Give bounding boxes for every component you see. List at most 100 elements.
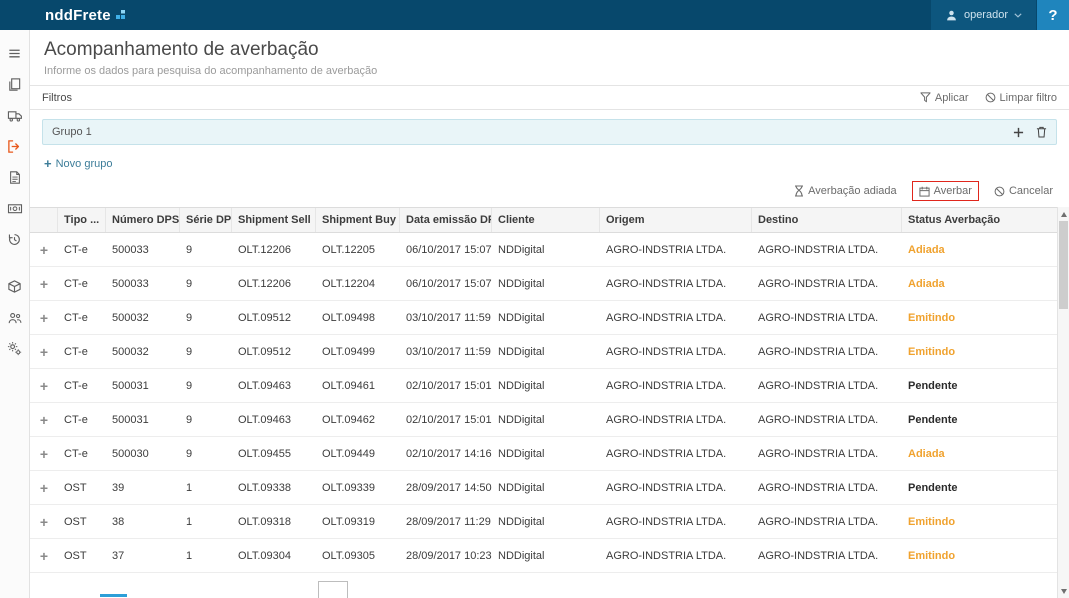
cell-status: Pendente [908,481,958,494]
cell-shipment_sell: OLT.09512 [238,345,292,358]
expand-row-icon[interactable]: + [30,514,58,530]
table-row[interactable]: + CT-e 500032 9 OLT.09512 OLT.09498 03/10/2017… [30,301,1057,335]
topbar-right: operador ? [930,0,1069,30]
column-header[interactable]: Origem [600,208,752,232]
cell-data_emissao: 28/09/2017 10:23 [406,549,492,562]
expand-row-icon[interactable]: + [30,378,58,394]
sidebar-item-settings-gears[interactable] [0,333,30,364]
sidebar-item-menu[interactable] [0,38,30,69]
expand-row-icon[interactable]: + [30,548,58,564]
averbacao-adiada-button[interactable]: Averbação adiada [794,185,897,197]
cell-status: Emitindo [908,549,956,562]
cell-numero_dps: 38 [112,515,125,528]
expand-row-icon[interactable]: + [30,310,58,326]
cell-shipment_buy: OLT.09339 [322,481,376,494]
column-header[interactable]: Shipment Sell [232,208,316,232]
table-row[interactable]: + OST 39 1 OLT.09338 OLT.09339 28/09/2017 14:5… [30,471,1057,505]
topbar: nddFrete operador ? [0,0,1069,30]
cell-numero_dps: 500031 [112,379,149,392]
cell-origem: AGRO-INDSTRIA LTDA. [606,311,727,324]
cell-destino: AGRO-INDSTRIA LTDA. [758,311,879,324]
sidebar-item-averbacao-export[interactable] [0,131,30,162]
table-body: + CT-e 500033 9 OLT.12206 OLT.12205 06/10/2017… [30,233,1057,576]
column-header[interactable]: Número DPS [106,208,180,232]
cancelar-button[interactable]: Cancelar [994,185,1053,197]
cell-shipment_buy: OLT.09319 [322,515,376,528]
cell-cliente: NDDigital [498,311,545,324]
scroll-up-arrow-icon[interactable] [1058,208,1069,220]
cell-data_emissao: 03/10/2017 11:59 [406,311,491,324]
pager-active-page-indicator[interactable] [100,594,127,597]
sidebar-item-truck[interactable] [0,100,30,131]
chevron-down-icon [1014,12,1022,18]
expand-row-icon[interactable]: + [30,242,58,258]
expand-row-icon[interactable]: + [30,480,58,496]
column-header[interactable]: Tipo ... [58,208,106,232]
user-label: operador [963,9,1008,21]
column-header[interactable]: Destino [752,208,902,232]
table-row[interactable]: + CT-e 500031 9 OLT.09463 OLT.09462 02/10/2017… [30,403,1057,437]
history-clock-icon [8,234,20,245]
averbar-button[interactable]: Averbar [911,181,979,201]
invoice-money-icon [7,204,22,214]
table-scrollbar[interactable] [1057,207,1069,598]
clear-filter-button[interactable]: Limpar filtro [985,92,1057,104]
cell-tipo: CT-e [64,379,88,392]
cell-tipo: CT-e [64,311,88,324]
column-header[interactable]: Shipment Buy [316,208,400,232]
body: Acompanhamento de averbação Informe os d… [0,30,1069,598]
sidebar-item-document[interactable] [0,162,30,193]
sidebar-item-documents-copy[interactable] [0,69,30,100]
column-header[interactable] [30,208,58,232]
cell-numero_dps: 500033 [112,243,149,256]
expand-row-icon[interactable]: + [30,344,58,360]
cell-status: Emitindo [908,515,956,528]
table-row[interactable]: + CT-e 500031 9 OLT.09463 OLT.09461 02/10/2017… [30,369,1057,403]
sidebar [0,30,30,598]
column-header[interactable]: Série DPS [180,208,232,232]
table-row[interactable]: + CT-e 500032 9 OLT.09512 OLT.09499 03/10/2017… [30,335,1057,369]
cell-shipment_buy: OLT.09461 [322,379,376,392]
column-header[interactable]: Cliente [492,208,600,232]
table-row[interactable]: + CT-e 500033 9 OLT.12206 OLT.12204 06/10/2017… [30,267,1057,301]
cell-tipo: CT-e [64,277,88,290]
table-header: Tipo ...Número DPSSérie DPSShipment Sell… [30,207,1057,233]
filters-label: Filtros [42,91,72,104]
help-label: ? [1048,6,1058,24]
sidebar-item-users[interactable] [0,302,30,333]
apply-filter-button[interactable]: Aplicar [920,92,969,104]
table-row[interactable]: + OST 38 1 OLT.09318 OLT.09319 28/09/2017 11:2… [30,505,1057,539]
cell-origem: AGRO-INDSTRIA LTDA. [606,549,727,562]
add-filter-button[interactable] [1013,127,1024,138]
cell-shipment_buy: OLT.12205 [322,243,376,256]
cell-origem: AGRO-INDSTRIA LTDA. [606,345,727,358]
page-size-select[interactable] [318,581,348,598]
expand-row-icon[interactable]: + [30,276,58,292]
table-row[interactable]: + CT-e 500030 9 OLT.09455 OLT.09449 02/10/2017… [30,437,1057,471]
column-header[interactable]: Data emissão DPS [400,208,492,232]
table-row[interactable]: + OST 37 1 OLT.09304 OLT.09305 28/09/2017 10:2… [30,539,1057,573]
main-content: Acompanhamento de averbação Informe os d… [30,30,1069,598]
delete-group-button[interactable] [1036,126,1047,138]
filters-bar: Filtros Aplicar Limpar filtro [30,85,1069,110]
sidebar-item-history-clock[interactable] [0,224,30,255]
scroll-down-arrow-icon[interactable] [1058,585,1069,597]
filter-group-panel[interactable]: Grupo 1 [42,119,1057,145]
new-group-button[interactable]: + Novo grupo [44,157,112,170]
cell-numero_dps: 500032 [112,311,149,324]
expand-row-icon[interactable]: + [30,446,58,462]
column-header[interactable]: Status Averbação [902,208,1057,232]
cell-shipment_sell: OLT.09318 [238,515,292,528]
help-button[interactable]: ? [1037,0,1069,30]
expand-row-icon[interactable]: + [30,412,58,428]
sidebar-item-invoice-money[interactable] [0,193,30,224]
user-menu[interactable]: operador [930,0,1036,30]
cell-serie_dps: 9 [186,413,193,426]
plus-icon [1013,127,1024,138]
scroll-thumb[interactable] [1059,221,1068,309]
settings-gears-icon [7,341,22,356]
cell-serie_dps: 1 [186,515,193,528]
table-row[interactable]: + CT-e 500033 9 OLT.12206 OLT.12205 06/10/2017… [30,233,1057,267]
sidebar-item-package[interactable] [0,271,30,302]
cell-cliente: NDDigital [498,379,545,392]
